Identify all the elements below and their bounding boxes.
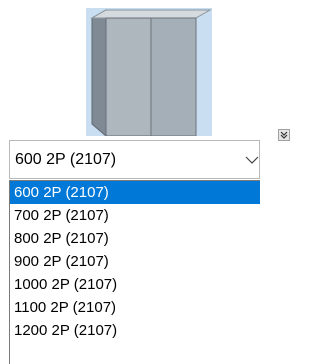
list-item[interactable]: 900 2P (2107) <box>10 250 260 273</box>
list-item[interactable]: 1000 2P (2107) <box>10 273 260 296</box>
list-item[interactable]: 1200 2P (2107) <box>10 319 260 342</box>
list-item[interactable]: 700 2P (2107) <box>10 204 260 227</box>
list-item[interactable]: 800 2P (2107) <box>10 227 260 250</box>
list-item-label: 1100 2P (2107) <box>14 299 117 316</box>
list-item[interactable]: 600 2P (2107) <box>10 181 260 204</box>
list-item[interactable]: 1100 2P (2107) <box>10 296 260 319</box>
expand-preview-button[interactable] <box>278 129 290 141</box>
list-item-label: 700 2P (2107) <box>14 207 109 224</box>
cabinet-3d-icon <box>90 9 212 136</box>
combo-selected-value: 600 2P (2107) <box>15 151 117 168</box>
chevron-down-icon <box>245 156 259 164</box>
list-item-label: 900 2P (2107) <box>14 253 109 270</box>
list-item-label: 1200 2P (2107) <box>14 322 118 339</box>
cabinet-preview[interactable] <box>86 8 290 141</box>
model-combobox[interactable]: 600 2P (2107) <box>9 140 260 179</box>
list-item-label: 1000 2P (2107) <box>14 276 118 293</box>
list-item-label: 600 2P (2107) <box>14 184 109 201</box>
double-chevron-down-icon <box>280 131 288 139</box>
list-item-label: 800 2P (2107) <box>14 230 109 247</box>
model-dropdown-list: 600 2P (2107) 700 2P (2107) 800 2P (2107… <box>9 180 260 364</box>
